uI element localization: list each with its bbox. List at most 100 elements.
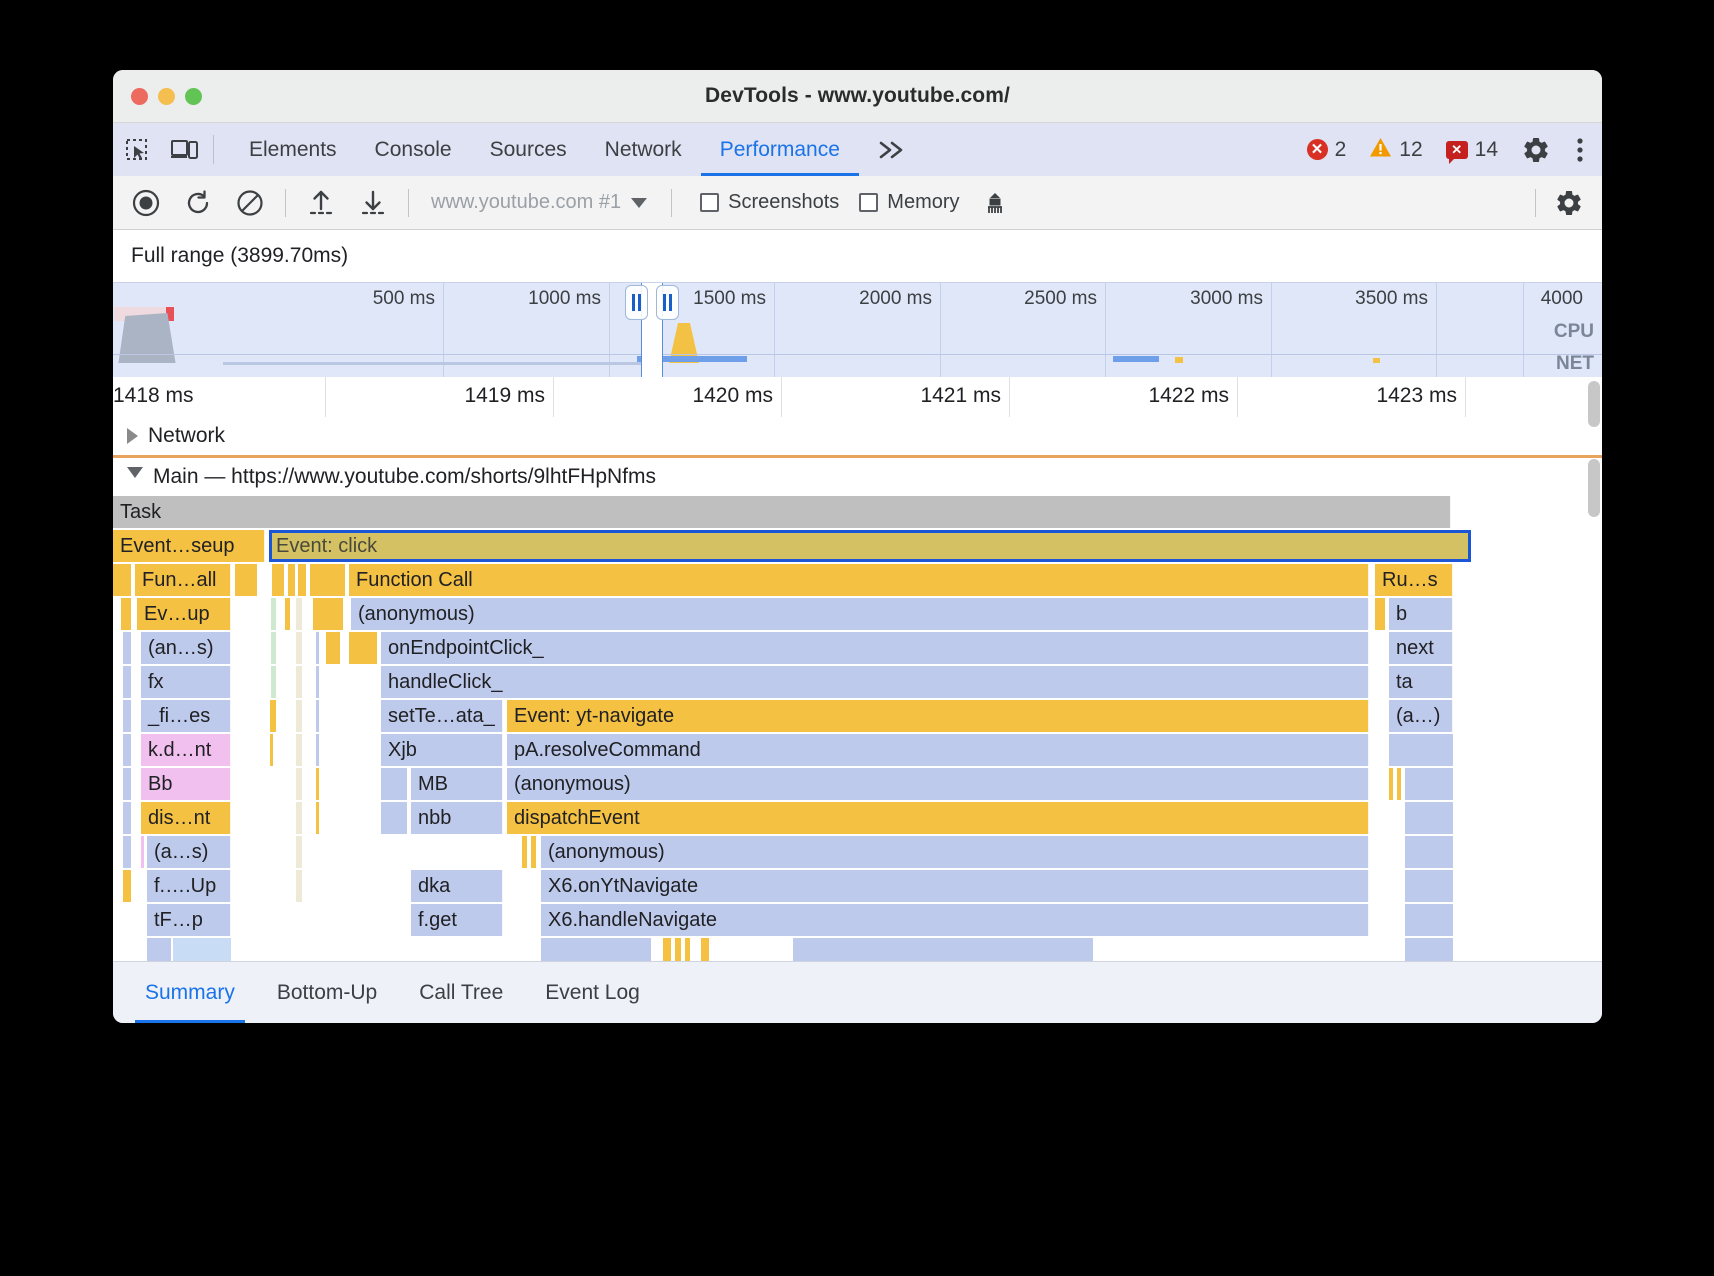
tab-event-log[interactable]: Event Log — [527, 962, 658, 1023]
tab-network[interactable]: Network — [586, 123, 701, 176]
trace-selector[interactable]: www.youtube.com #1 — [431, 191, 647, 214]
flame-bar[interactable]: nbb — [411, 802, 503, 834]
flame-bar[interactable]: Event: yt-navigate — [507, 700, 1369, 732]
timeline-overview[interactable]: 500 ms 1000 ms 1500 ms 2000 ms 2500 ms 3… — [113, 282, 1602, 377]
flame-bar-sliver[interactable] — [1397, 768, 1401, 800]
flame-bar-sliver[interactable] — [296, 802, 302, 834]
reload-and-record-icon[interactable] — [173, 180, 223, 226]
flame-bar-sliver[interactable] — [298, 564, 306, 596]
flame-bar[interactable]: Fun…all — [135, 564, 231, 596]
flame-bar[interactable]: tF…p — [147, 904, 231, 936]
flame-bar-sliver[interactable] — [113, 564, 131, 596]
flame-bar-sliver[interactable] — [296, 632, 302, 664]
flame-bar-sliver[interactable] — [522, 836, 527, 868]
flame-bar-sliver[interactable] — [296, 700, 302, 732]
flame-bar-sliver[interactable] — [531, 836, 536, 868]
flame-bar-sliver[interactable] — [123, 734, 131, 766]
flame-bar-sliver[interactable] — [313, 598, 343, 630]
tab-performance[interactable]: Performance — [701, 123, 859, 176]
flame-bar[interactable]: dis…nt — [141, 802, 231, 834]
flame-bar-sliver[interactable] — [1389, 734, 1453, 766]
flame-bar-sliver[interactable] — [316, 734, 319, 766]
flame-bar[interactable]: ta — [1389, 666, 1453, 698]
flame-bar-sliver[interactable] — [147, 938, 171, 962]
flame-bar-sliver[interactable] — [316, 802, 319, 834]
flame-bar-sliver[interactable] — [381, 768, 407, 800]
flame-bar[interactable]: Event: click — [269, 530, 1471, 562]
load-profile-icon[interactable] — [296, 180, 346, 226]
overview-selection-window[interactable] — [641, 283, 663, 377]
flame-bar-sliver[interactable] — [296, 598, 302, 630]
flame-bar[interactable]: Xjb — [381, 734, 503, 766]
tab-bottom-up[interactable]: Bottom-Up — [259, 962, 395, 1023]
flame-bar-sliver[interactable] — [541, 938, 651, 962]
inspect-element-icon[interactable] — [113, 123, 160, 176]
flame-bar[interactable]: Bb — [141, 768, 231, 800]
flame-bar[interactable]: (a…) — [1389, 700, 1453, 732]
flame-bar-sliver[interactable] — [270, 734, 273, 766]
flame-bar[interactable]: k.d…nt — [141, 734, 231, 766]
maximize-window-button[interactable] — [185, 88, 202, 105]
flame-bar[interactable]: Event…seup — [113, 530, 265, 562]
flame-bar-sliver[interactable] — [1405, 904, 1453, 936]
collect-garbage-icon[interactable] — [970, 180, 1020, 226]
flame-chart-rows[interactable]: TaskEvent…seupEvent: clickFun…allFunctio… — [113, 495, 1602, 962]
flame-bar-sliver[interactable] — [296, 836, 302, 868]
flame-bar-sliver[interactable] — [1405, 870, 1453, 902]
tab-summary[interactable]: Summary — [127, 962, 253, 1023]
flame-bar-sliver[interactable] — [271, 598, 276, 630]
flame-bar-sliver[interactable] — [288, 564, 295, 596]
flame-bar-sliver[interactable] — [285, 598, 290, 630]
flame-bar-sliver[interactable] — [310, 564, 345, 596]
warning-badge[interactable]: 12 — [1359, 137, 1432, 163]
save-profile-icon[interactable] — [348, 180, 398, 226]
flame-bar-sliver[interactable] — [123, 836, 131, 868]
flame-bar-sliver[interactable] — [316, 666, 319, 698]
flame-bar-sliver[interactable] — [793, 938, 1093, 962]
flame-bar-sliver[interactable] — [296, 666, 302, 698]
flame-bar-sliver[interactable] — [1405, 802, 1453, 834]
tab-elements[interactable]: Elements — [230, 123, 356, 176]
flame-bar[interactable]: (anonymous) — [351, 598, 1369, 630]
flame-bar-sliver[interactable] — [675, 938, 681, 962]
flame-bar[interactable]: onEndpointClick_ — [381, 632, 1369, 664]
flame-bar[interactable]: Function Call — [349, 564, 1369, 596]
flame-bar[interactable]: Ev…up — [137, 598, 231, 630]
flame-bar-sliver[interactable] — [121, 598, 131, 630]
flame-bar[interactable]: X6.onYtNavigate — [541, 870, 1369, 902]
clear-recording-icon[interactable] — [225, 180, 275, 226]
flame-bar[interactable]: fx — [141, 666, 231, 698]
flame-bar-sliver[interactable] — [123, 632, 131, 664]
flame-bar[interactable]: (a…s) — [147, 836, 231, 868]
flame-bar-sliver[interactable] — [173, 938, 231, 962]
flame-bar[interactable]: _fi…es — [141, 700, 231, 732]
flame-bar-sliver[interactable] — [316, 632, 319, 664]
flame-chart-scrollbar[interactable] — [1588, 459, 1600, 517]
flame-bar-sliver[interactable] — [123, 802, 131, 834]
issues-badge[interactable]: ✕ 14 — [1436, 138, 1508, 162]
flame-bar-sliver[interactable] — [272, 564, 284, 596]
flame-bar-sliver[interactable] — [1405, 836, 1453, 868]
screenshots-checkbox[interactable]: Screenshots — [700, 191, 839, 214]
selection-handle-right[interactable] — [656, 285, 679, 320]
flame-bar[interactable]: MB — [411, 768, 503, 800]
gear-icon[interactable] — [1514, 123, 1558, 176]
flame-bar-sliver[interactable] — [296, 870, 302, 902]
flame-bar-sliver[interactable] — [701, 938, 709, 962]
flame-chart-scrollbar-top[interactable] — [1588, 381, 1600, 427]
flame-bar-sliver[interactable] — [296, 734, 302, 766]
flame-bar-sliver[interactable] — [663, 938, 671, 962]
flame-bar-sliver[interactable] — [235, 564, 257, 596]
selection-handle-left[interactable] — [625, 285, 648, 320]
flame-bar-sliver[interactable] — [316, 700, 319, 732]
flame-bar-sliver[interactable] — [271, 666, 276, 698]
flame-bar[interactable]: X6.handleNavigate — [541, 904, 1369, 936]
flame-bar[interactable]: dispatchEvent — [507, 802, 1369, 834]
gear-icon[interactable] — [1544, 180, 1594, 226]
flame-bar[interactable]: setTe…ata_ — [381, 700, 503, 732]
flame-bar[interactable]: (an…s) — [141, 632, 231, 664]
kebab-menu-icon[interactable] — [1558, 123, 1602, 176]
flame-chart-area[interactable]: 1418 ms 1419 ms 1420 ms 1421 ms 1422 ms … — [113, 377, 1602, 962]
flame-bar[interactable]: handleClick_ — [381, 666, 1369, 698]
flame-bar-sliver[interactable] — [296, 768, 302, 800]
